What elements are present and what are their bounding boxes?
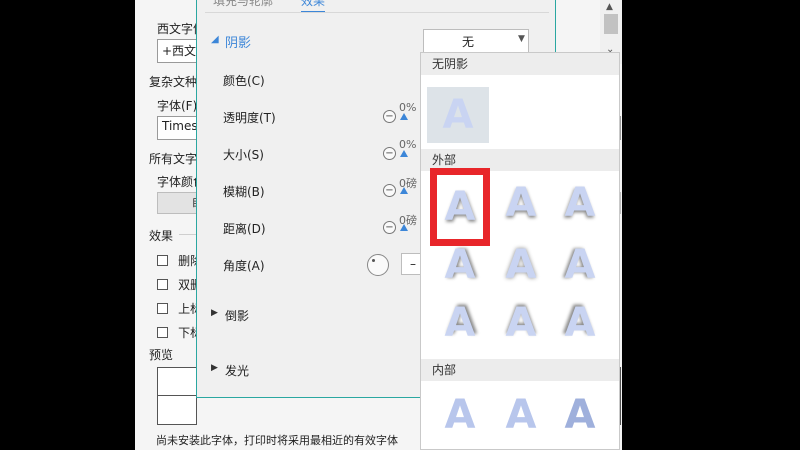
font-notice: 尚未安装此字体，打印时将采用最相近的有效字体 [156,434,398,447]
blur-value: 0磅 [399,177,417,190]
checkbox-box[interactable] [157,303,168,314]
shadow-dropdown-value: 无 [462,35,475,49]
scroll-thumb[interactable] [604,14,618,34]
shadow-preset-a-icon: A [564,392,596,438]
preset-outer[interactable]: A [492,178,550,234]
shadow-preset-a-icon: A [564,300,596,346]
collapsed-triangle-icon[interactable]: ▶ [211,308,218,318]
distance-label: 距离(D) [223,222,266,236]
slider-thumb[interactable] [400,150,408,157]
shadow-preset-a-icon: A [564,180,596,226]
minus-icon[interactable]: − [383,147,396,160]
scroll-up-icon[interactable]: ▲ [606,2,613,12]
shadow-preset-a-icon: A [444,242,476,288]
angle-label: 角度(A) [223,259,265,273]
preset-inner[interactable]: A [431,390,489,446]
preset-outer-selected[interactable]: A [430,168,490,246]
preset-no-shadow[interactable]: A [427,87,489,143]
preset-outer[interactable]: A [431,240,489,296]
all-text-label: 所有文字 [149,152,198,166]
inner-header: 内部 [421,359,619,381]
collapsed-triangle-icon[interactable]: ▶ [211,363,218,373]
glow-section-label[interactable]: 发光 [225,362,249,379]
minus-icon[interactable]: − [383,221,396,234]
complex-font-label: 复杂文种 [149,75,198,89]
minus-icon[interactable]: − [383,110,396,123]
transparency-label: 透明度(T) [223,111,276,125]
tab-divider [205,12,549,13]
shadow-preset-a-icon: A [564,242,596,288]
tab-fill-outline[interactable]: 填充与轮廓 [213,0,273,9]
no-shadow-header: 无阴影 [421,53,619,75]
shadow-preset-a-icon: A [442,92,474,138]
reflection-section-label[interactable]: 倒影 [225,307,249,324]
preset-inner[interactable]: A [492,390,550,446]
shadow-preset-a-icon: A [505,242,537,288]
preset-outer[interactable]: A [492,298,550,354]
no-shadow-label: 无阴影 [421,53,619,75]
checkbox-box[interactable] [157,255,168,266]
shadow-preset-a-icon: A [505,300,537,346]
checkbox-box[interactable] [157,279,168,290]
blur-label: 模糊(B) [223,185,265,199]
angle-dial-icon[interactable] [367,254,389,276]
preset-outer[interactable]: A [551,240,609,296]
caret-down-icon[interactable]: ▼ [518,34,525,44]
transparency-value: 0% [399,101,417,114]
size-value: 0% [399,138,417,151]
effects-section-label: 效果 [149,229,174,243]
minus-icon[interactable]: − [383,184,396,197]
slider-thumb[interactable] [400,113,408,120]
preset-outer[interactable]: A [551,178,609,234]
complex-font-sub-label: 字体(F) [157,99,198,113]
preset-outer[interactable]: A [492,240,550,296]
size-label: 大小(S) [223,148,264,162]
preview-box [157,367,197,425]
preset-outer[interactable]: A [431,298,489,354]
color-label: 颜色(C) [223,74,265,88]
shadow-dropdown[interactable]: 无 ▼ [423,29,529,53]
shadow-preset-a-icon: A [444,300,476,346]
shadow-preset-a-icon: A [444,392,476,438]
distance-value: 0磅 [399,214,417,227]
inner-label: 内部 [421,359,619,381]
shadow-section-label[interactable]: 阴影 [225,32,251,51]
preview-label: 预览 [149,348,174,362]
dial-dot [372,259,375,262]
preset-inner[interactable]: A [551,390,609,446]
shadow-preset-a-icon: A [444,184,476,230]
shadow-preset-a-icon: A [505,180,537,226]
preview-baseline [158,395,196,396]
expand-triangle-icon[interactable]: ◢ [211,34,219,45]
preset-outer[interactable]: A [551,298,609,354]
shadow-preset-a-icon: A [505,392,537,438]
checkbox-box[interactable] [157,327,168,338]
shadow-presets-popup: 无阴影 A 外部 A A A A A A A A A 内部 A A A [420,52,620,450]
